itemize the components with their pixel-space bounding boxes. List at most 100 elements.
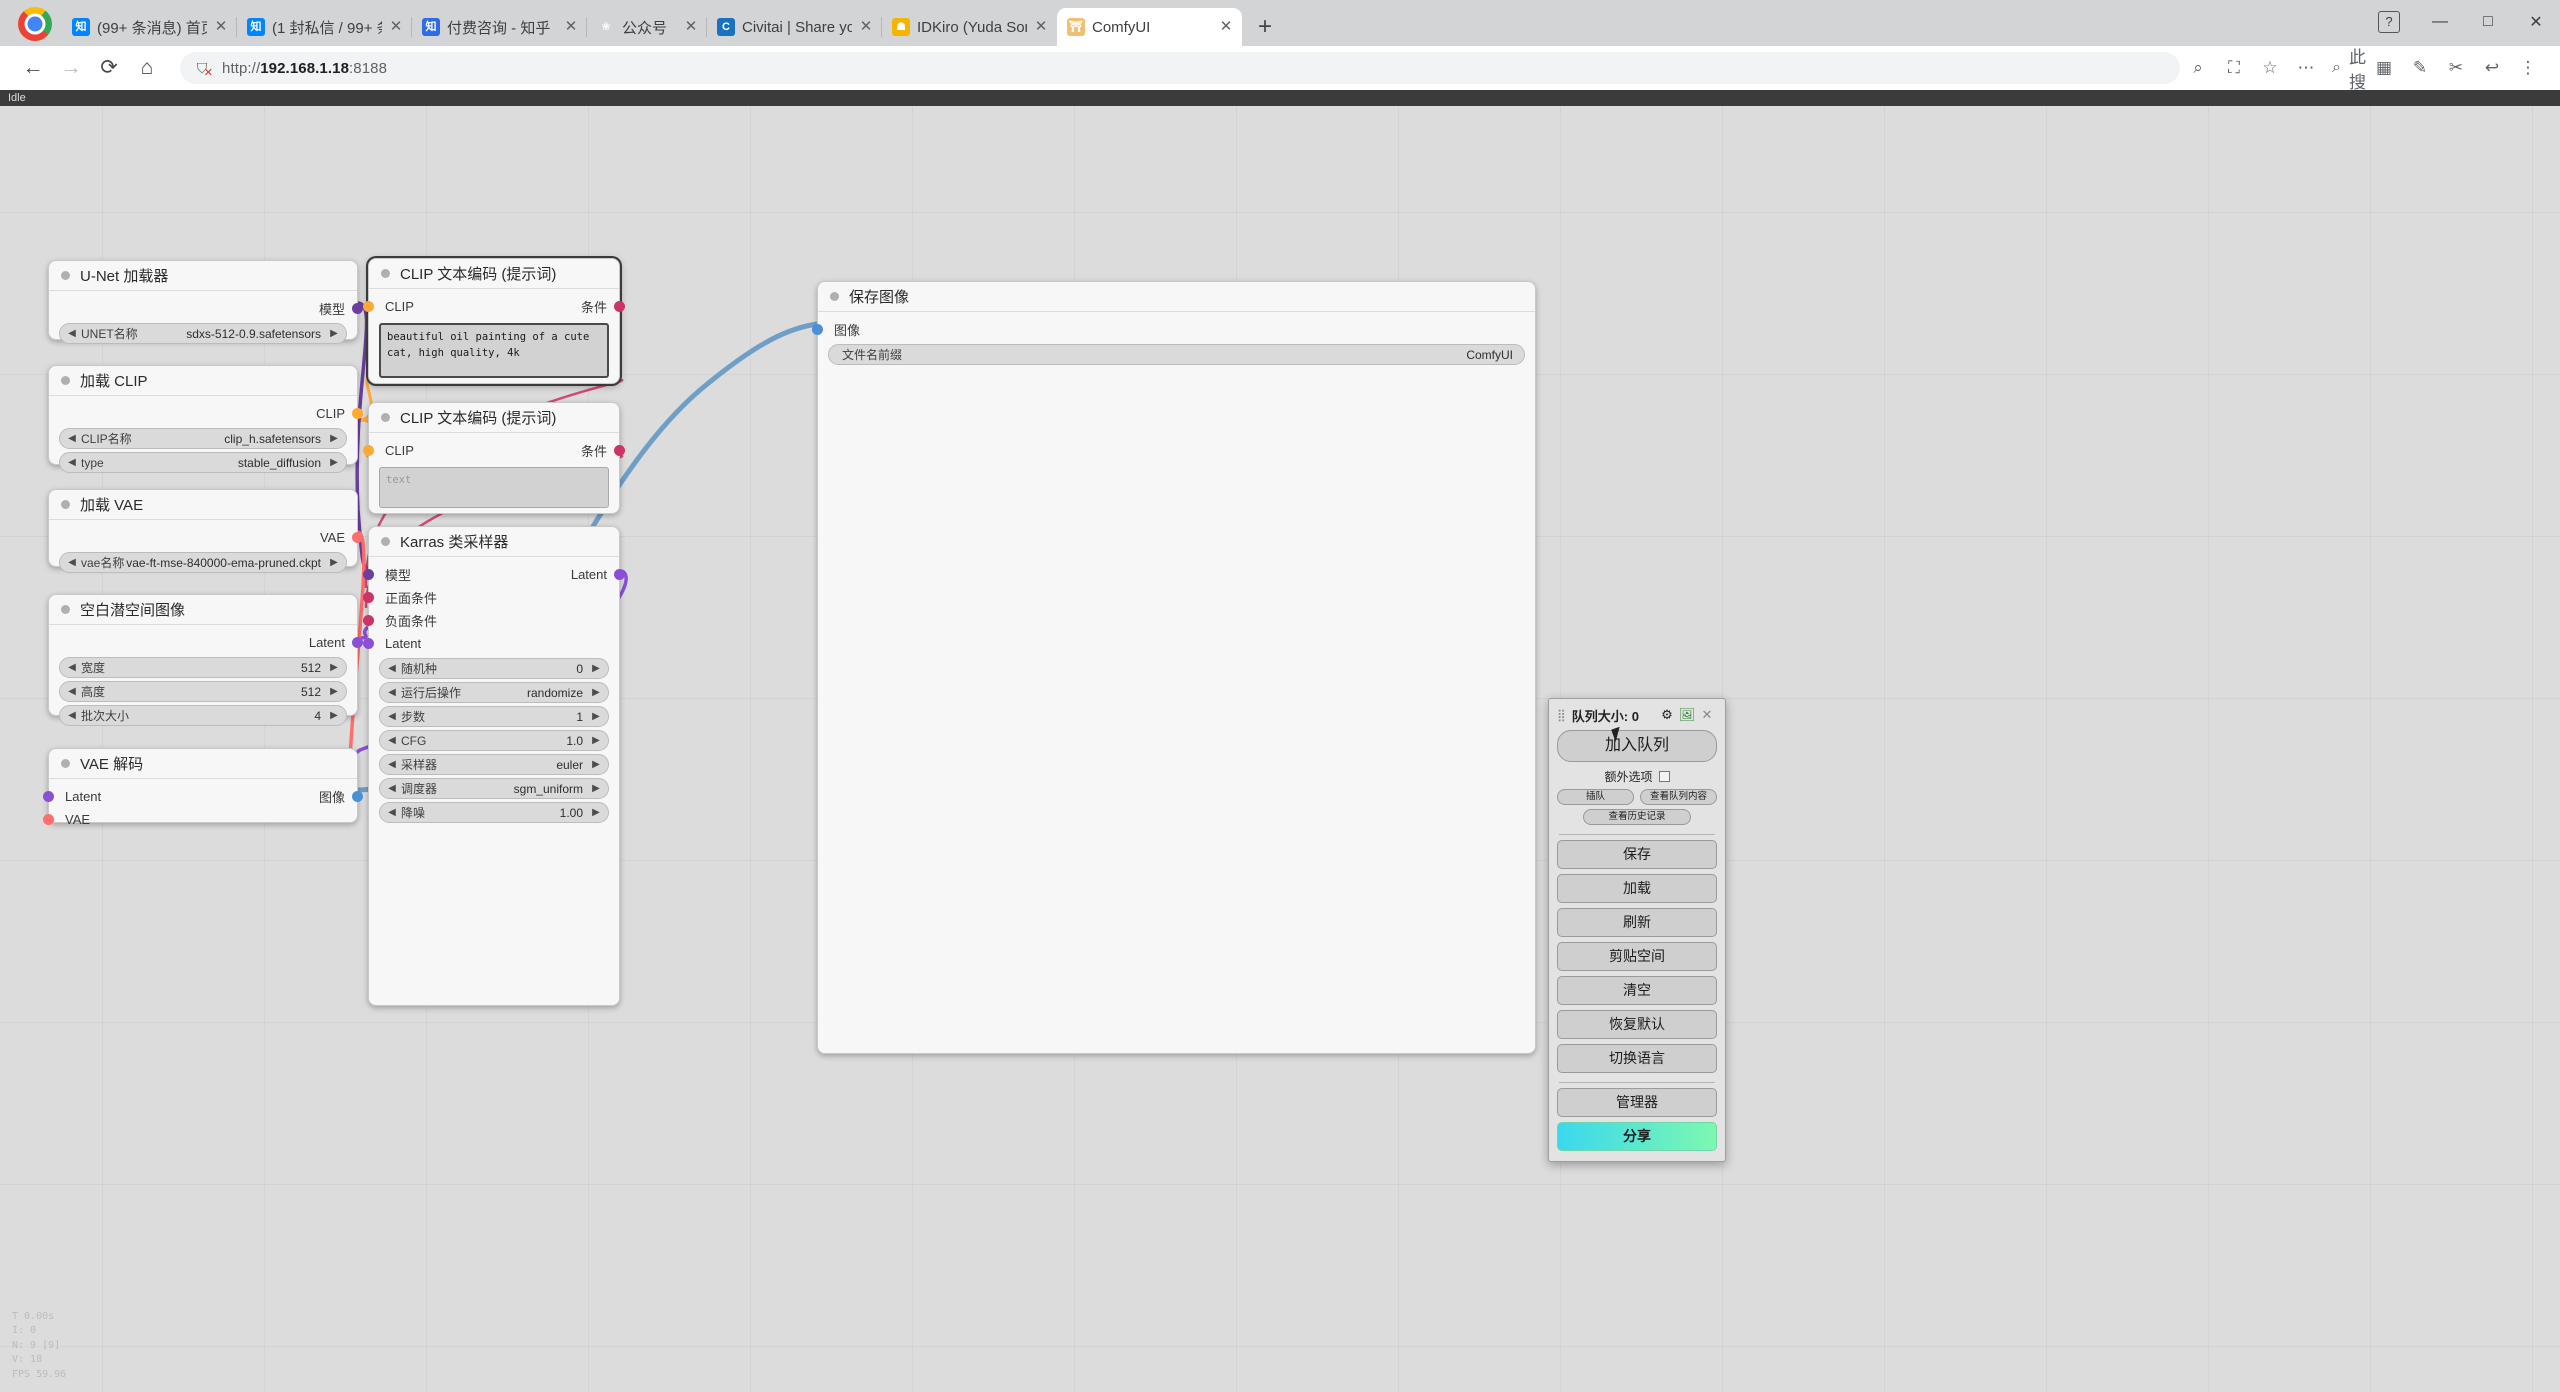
menu-button-清空[interactable]: 清空 xyxy=(1557,976,1717,1005)
menu-button-恢复默认[interactable]: 恢复默认 xyxy=(1557,1010,1717,1039)
browser-tab[interactable]: 知乎付费咨询 - 知乎 ✕ xyxy=(411,8,587,46)
menu-button-刷新[interactable]: 刷新 xyxy=(1557,908,1717,937)
widget-步数[interactable]: ◀ 步数 1 ▶ xyxy=(379,706,609,727)
node-collapse-icon[interactable] xyxy=(830,292,839,301)
output-port-clip[interactable] xyxy=(352,408,363,419)
gear-icon[interactable]: ⚙ xyxy=(1657,707,1677,723)
back-button[interactable]: ← xyxy=(14,49,52,87)
browser-tab[interactable]: ☗ IDKiro (Yuda Song)✕ xyxy=(881,8,1057,46)
node-title[interactable]: 保存图像 xyxy=(818,282,1535,312)
comfyui-canvas[interactable]: Idle U-Net 加载器 模型 ◀ UNET名称 sdxs-512-0.9.safe… xyxy=(0,90,2560,1392)
input-port-clip[interactable] xyxy=(363,301,374,312)
node-empty-latent[interactable]: 空白潜空间图像 Latent ◀ 宽度 512 ▶ ◀ 高度 512 ▶ ◀ 批次大小 4 ▶ xyxy=(48,594,363,726)
browser-tab[interactable]: ⛩ ComfyUI ✕ xyxy=(1057,8,1242,46)
tab-close-icon[interactable]: ✕ xyxy=(1216,17,1236,37)
widget-prev-icon[interactable]: ◀ xyxy=(65,710,79,721)
input-port-vae[interactable] xyxy=(43,814,54,825)
extra-options-checkbox[interactable] xyxy=(1658,771,1670,782)
widget-next-icon[interactable]: ▶ xyxy=(327,457,341,468)
bookmark-star-icon[interactable]: ☆ xyxy=(2252,58,2288,78)
tab-close-icon[interactable]: ✕ xyxy=(211,17,231,37)
widget-next-icon[interactable]: ▶ xyxy=(589,807,603,818)
widget-prev-icon[interactable]: ◀ xyxy=(385,687,399,698)
browser-tab[interactable]: 知 (99+ 条消息) 首页 - 知乎✕ xyxy=(62,8,237,46)
clip-icon[interactable]: ✂ xyxy=(2438,58,2474,78)
view-queue-button[interactable]: 查看队列内容 xyxy=(1640,789,1717,805)
tab-close-icon[interactable]: ✕ xyxy=(856,17,876,37)
node-title[interactable]: Karras 类采样器 xyxy=(369,527,619,557)
widget-next-icon[interactable]: ▶ xyxy=(327,686,341,697)
node-collapse-icon[interactable] xyxy=(61,376,70,385)
maximize-button[interactable]: □ xyxy=(2464,13,2512,31)
output-port-cond[interactable] xyxy=(614,445,625,456)
forward-button[interactable]: → xyxy=(52,49,90,87)
widget-批次大小[interactable]: ◀ 批次大小 4 ▶ xyxy=(59,705,347,726)
help-icon[interactable]: ? xyxy=(2378,11,2400,33)
widget-UNET名称[interactable]: ◀ UNET名称 sdxs-512-0.9.safetensors ▶ xyxy=(59,323,347,344)
tab-close-icon[interactable]: ✕ xyxy=(561,17,581,37)
queue-prompt-button[interactable]: 加入队列 xyxy=(1557,730,1717,762)
tab-close-icon[interactable]: ✕ xyxy=(1031,17,1051,37)
output-port-latent[interactable] xyxy=(352,637,363,648)
widget-prev-icon[interactable]: ◀ xyxy=(385,735,399,746)
node-clip-loader[interactable]: 加载 CLIP CLIP ◀ CLIP名称 clip_h.safetensors ▶ ◀ ty… xyxy=(48,365,363,473)
output-port-latent[interactable] xyxy=(614,569,625,580)
address-bar[interactable]: ⛉ ✕ http://192.168.1.18:8188 xyxy=(180,52,2180,84)
node-title[interactable]: VAE 解码 xyxy=(49,749,357,779)
widget-next-icon[interactable]: ▶ xyxy=(327,328,341,339)
not-secure-icon[interactable]: ⛉ ✕ xyxy=(192,60,213,79)
view-history-button[interactable]: 查看历史记录 xyxy=(1582,809,1692,825)
share-button[interactable]: 分享 xyxy=(1557,1122,1717,1151)
widget-调度器[interactable]: ◀ 调度器 sgm_uniform ▶ xyxy=(379,778,609,799)
undo-icon[interactable]: ↩ xyxy=(2474,58,2510,78)
node-collapse-icon[interactable] xyxy=(61,271,70,280)
input-port-clip[interactable] xyxy=(363,445,374,456)
output-port-model[interactable] xyxy=(352,303,363,314)
prompt-textarea[interactable]: beautiful oil painting of a cute cat, hi… xyxy=(379,323,609,378)
widget-next-icon[interactable]: ▶ xyxy=(589,735,603,746)
widget-next-icon[interactable]: ▶ xyxy=(589,687,603,698)
screenshot-icon[interactable]: ⛶ xyxy=(2216,58,2252,78)
node-title[interactable]: CLIP 文本编码 (提示词) xyxy=(369,403,619,433)
input-port-cond[interactable] xyxy=(363,615,374,626)
widget-prev-icon[interactable]: ◀ xyxy=(65,557,79,568)
widget-next-icon[interactable]: ▶ xyxy=(589,711,603,722)
node-karras-sampler[interactable]: Karras 类采样器 模型 Latent 正面条件 负面条件 Latent ◀ 随机种 0 ▶ ◀… xyxy=(363,526,625,1006)
image-icon[interactable]: 🖼 xyxy=(1677,707,1697,723)
widget-CFG[interactable]: ◀ CFG 1.0 ▶ xyxy=(379,730,609,751)
output-port-image[interactable] xyxy=(352,791,363,802)
widget-prev-icon[interactable]: ◀ xyxy=(65,686,79,697)
browser-tab[interactable]: ❀ 公众号 ✕ xyxy=(586,8,707,46)
widget-next-icon[interactable]: ▶ xyxy=(589,783,603,794)
node-collapse-icon[interactable] xyxy=(381,537,390,546)
node-collapse-icon[interactable] xyxy=(61,605,70,614)
more-icon[interactable]: ⋮ xyxy=(2510,58,2546,78)
new-tab-button[interactable]: + xyxy=(1248,12,1282,46)
widget-prev-icon[interactable]: ◀ xyxy=(65,328,79,339)
node-unet-loader[interactable]: U-Net 加载器 模型 ◀ UNET名称 sdxs-512-0.9.safetenso… xyxy=(48,260,363,344)
output-port-cond[interactable] xyxy=(614,301,625,312)
pen-icon[interactable]: ✎ xyxy=(2402,58,2438,78)
node-title[interactable]: 加载 CLIP xyxy=(49,366,357,396)
node-title[interactable]: CLIP 文本编码 (提示词) xyxy=(369,259,619,289)
browser-tab[interactable]: 知 (1 封私信 / 99+ 条消息) 踏...✕ xyxy=(236,8,412,46)
widget-宽度[interactable]: ◀ 宽度 512 ▶ xyxy=(59,657,347,678)
widget-next-icon[interactable]: ▶ xyxy=(327,710,341,721)
apps-grid-icon[interactable]: ▦ xyxy=(2366,58,2402,78)
minimize-button[interactable]: — xyxy=(2416,13,2464,31)
input-port-image[interactable] xyxy=(812,324,823,335)
widget-CLIP名称[interactable]: ◀ CLIP名称 clip_h.safetensors ▶ xyxy=(59,428,347,449)
tab-close-icon[interactable]: ✕ xyxy=(681,17,701,37)
input-port-latent[interactable] xyxy=(363,638,374,649)
translate-icon[interactable]: ⌕ xyxy=(2180,58,2216,78)
widget-prev-icon[interactable]: ◀ xyxy=(65,433,79,444)
node-title[interactable]: 加载 VAE xyxy=(49,490,357,520)
node-collapse-icon[interactable] xyxy=(381,413,390,422)
input-port-cond[interactable] xyxy=(363,592,374,603)
node-save-image[interactable]: 保存图像 图像 文件名前缀 ComfyUI xyxy=(812,281,1536,1054)
widget-prev-icon[interactable]: ◀ xyxy=(65,662,79,673)
widget-type[interactable]: ◀ type stable_diffusion ▶ xyxy=(59,452,347,473)
extra-options-row[interactable]: 额外选项 xyxy=(1557,768,1717,785)
node-clip-encode-negative[interactable]: CLIP 文本编码 (提示词) CLIP 条件 text xyxy=(363,402,625,514)
input-port-latent[interactable] xyxy=(43,791,54,802)
